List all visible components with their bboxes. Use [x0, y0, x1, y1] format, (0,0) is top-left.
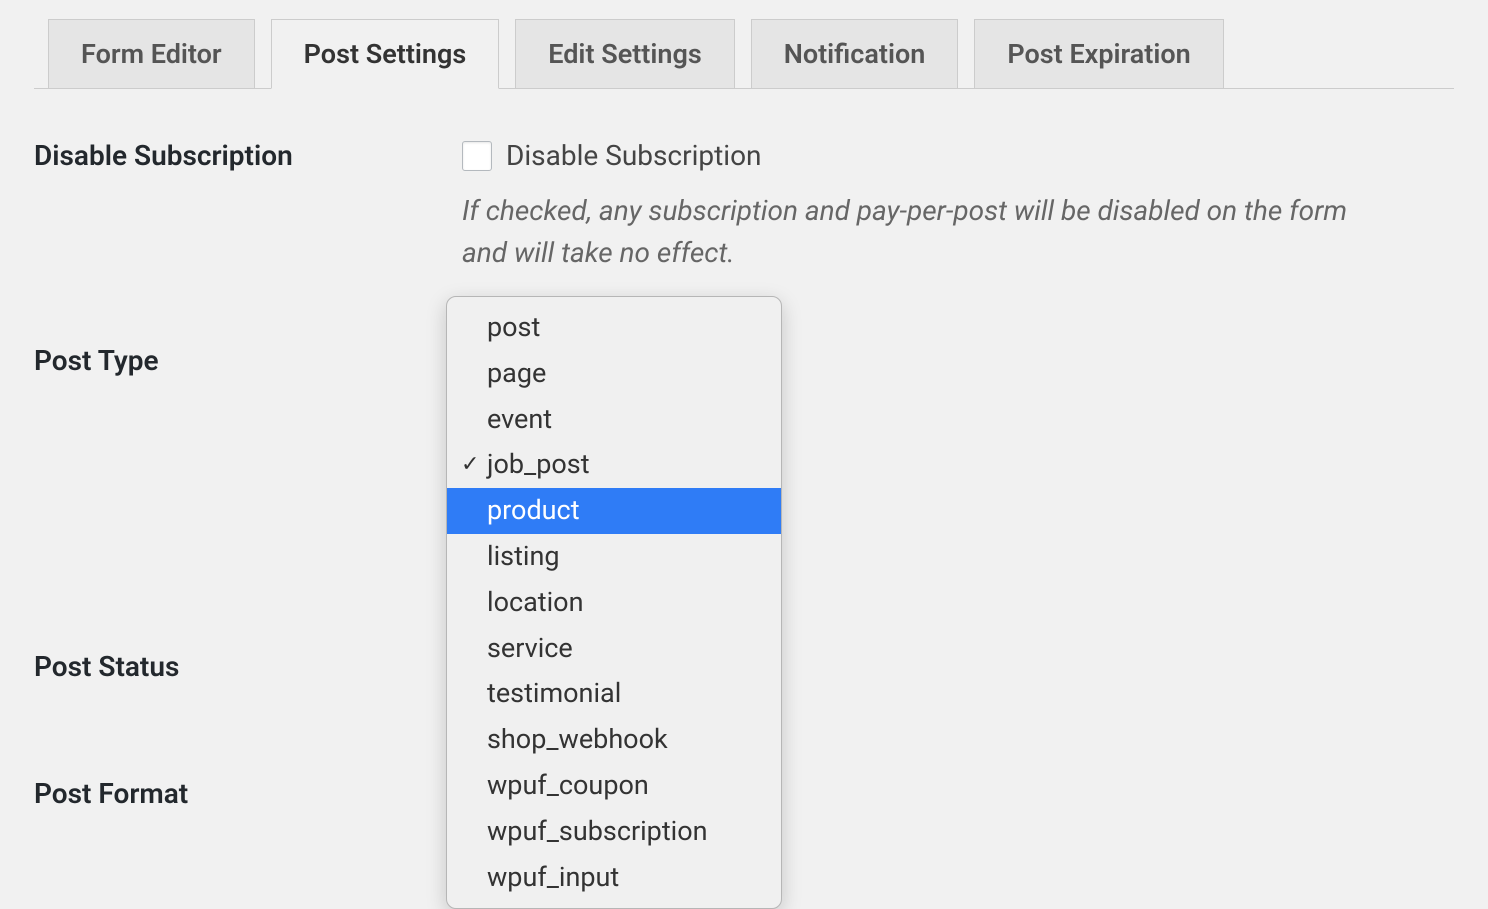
post-type-option-job_post[interactable]: ✓job_post — [447, 442, 781, 488]
post-type-option-label: wpuf_coupon — [487, 767, 649, 805]
disable-subscription-label: Disable Subscription — [34, 139, 462, 172]
post-type-option-wpuf_subscription[interactable]: wpuf_subscription — [447, 809, 781, 855]
post-type-option-wpuf_input[interactable]: wpuf_input — [447, 855, 781, 901]
tab-post-settings[interactable]: Post Settings — [271, 19, 500, 89]
post-type-option-label: wpuf_input — [487, 859, 619, 897]
post-type-option-label: wpuf_subscription — [487, 813, 708, 851]
post-type-option-event[interactable]: event — [447, 397, 781, 443]
post-type-option-product[interactable]: product — [447, 488, 781, 534]
post-format-label: Post Format — [34, 777, 462, 810]
post-type-option-label: location — [487, 584, 584, 622]
post-type-option-post[interactable]: post — [447, 305, 781, 351]
post-type-option-label: page — [487, 355, 546, 393]
tab-notification[interactable]: Notification — [751, 19, 959, 89]
post-type-option-listing[interactable]: listing — [447, 534, 781, 580]
post-type-option-label: event — [487, 401, 552, 439]
tabs-nav: Form Editor Post Settings Edit Settings … — [34, 18, 1454, 89]
post-type-dropdown[interactable]: post page event✓job_postproduct listing loca… — [446, 296, 782, 909]
post-type-label: Post Type — [34, 324, 462, 377]
post-type-option-label: post — [487, 309, 540, 347]
post-type-option-label: listing — [487, 538, 560, 576]
post-type-option-page[interactable]: page — [447, 351, 781, 397]
disable-subscription-checkbox[interactable] — [462, 141, 492, 171]
post-type-option-testimonial[interactable]: testimonial — [447, 671, 781, 717]
post-status-label: Post Status — [34, 650, 462, 683]
post-type-option-label: shop_webhook — [487, 721, 668, 759]
post-type-option-location[interactable]: location — [447, 580, 781, 626]
disable-subscription-help: If checked, any subscription and pay-per… — [462, 190, 1382, 274]
post-type-option-label: testimonial — [487, 675, 621, 713]
checkmark-icon: ✓ — [461, 450, 487, 481]
post-type-option-shop_webhook[interactable]: shop_webhook — [447, 717, 781, 763]
disable-subscription-checkbox-label[interactable]: Disable Subscription — [506, 139, 762, 172]
tab-form-editor[interactable]: Form Editor — [48, 19, 255, 89]
post-type-option-service[interactable]: service — [447, 626, 781, 672]
post-type-option-label: service — [487, 630, 573, 668]
post-type-option-label: product — [487, 492, 580, 530]
tab-post-expiration[interactable]: Post Expiration — [974, 19, 1223, 89]
post-type-option-wpuf_coupon[interactable]: wpuf_coupon — [447, 763, 781, 809]
post-type-option-label: job_post — [487, 446, 590, 484]
tab-edit-settings[interactable]: Edit Settings — [515, 19, 734, 89]
